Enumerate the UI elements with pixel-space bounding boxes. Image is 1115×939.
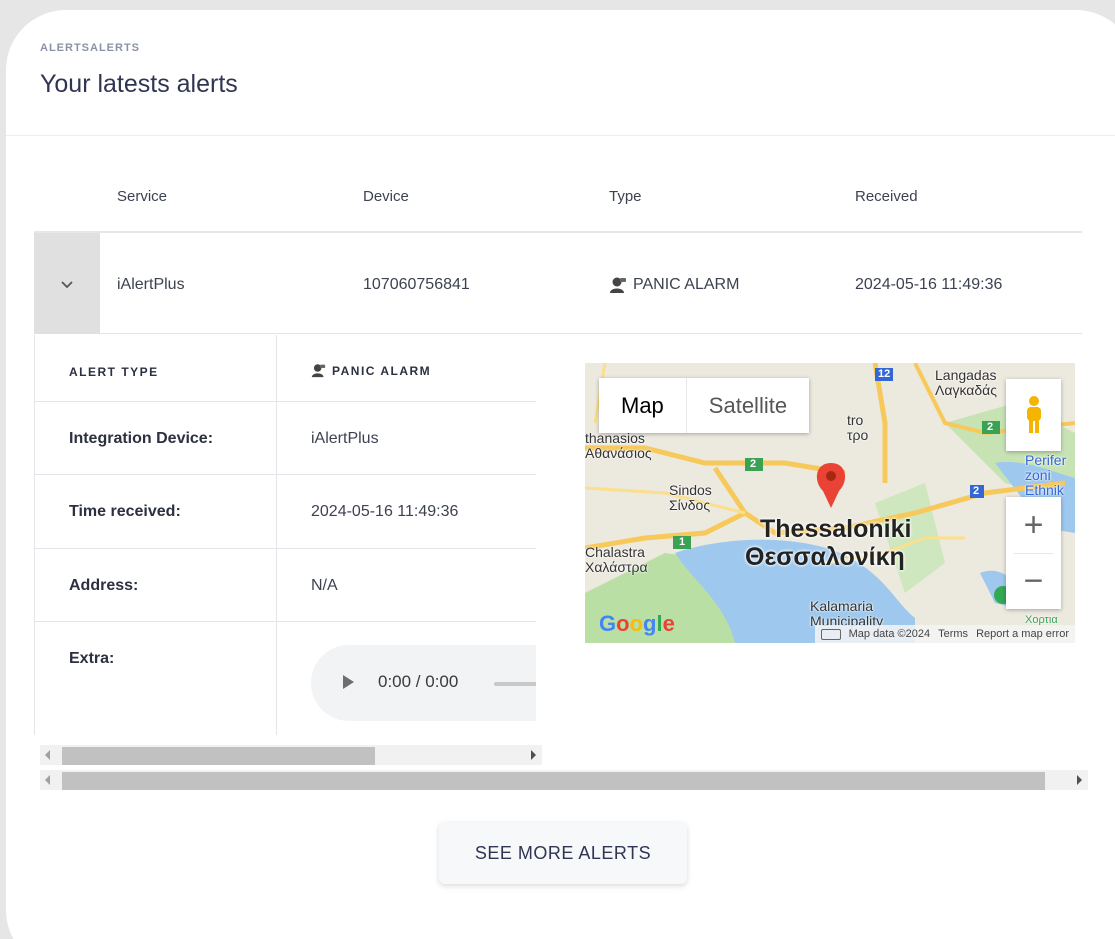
- row-type-label: PANIC ALARM: [633, 276, 740, 293]
- route-shield-12: 12: [878, 368, 891, 380]
- scroll-right-arrow[interactable]: [1077, 775, 1082, 785]
- detail-row-address: Address: N/A: [35, 549, 536, 622]
- column-header-device[interactable]: Device: [363, 188, 409, 205]
- map-view-button[interactable]: Map: [599, 378, 686, 433]
- map-terms-link[interactable]: Terms: [938, 628, 968, 640]
- map-type-toggle: Map Satellite: [599, 378, 810, 433]
- row-service: iAlertPlus: [117, 276, 185, 293]
- map-label-sindos: Sindos Σίνδος: [669, 482, 712, 513]
- row-received: 2024-05-16 11:49:36: [855, 276, 1003, 293]
- address-value: N/A: [311, 577, 338, 594]
- route-shield-1: 1: [679, 536, 686, 548]
- see-more-alerts-button[interactable]: SEE MORE ALERTS: [439, 822, 687, 884]
- chevron-down-icon: [61, 280, 73, 288]
- detail-scrollbar-thumb[interactable]: [62, 747, 375, 765]
- alert-type-label: ALERT TYPE: [69, 365, 159, 379]
- page-title: Your latests alerts: [40, 70, 238, 98]
- audio-time: 0:00 / 0:00: [378, 672, 459, 691]
- map-data-text: Map data ©2024: [848, 628, 931, 640]
- zoom-in-button[interactable]: +: [1006, 497, 1061, 553]
- extra-label: Extra:: [69, 650, 115, 667]
- panic-alarm-icon: [311, 364, 326, 378]
- time-received-value: 2024-05-16 11:49:36: [311, 503, 459, 520]
- map-label-chalastra: Chalastra Χαλάστρα: [585, 544, 648, 575]
- map-city-label-greek: Θεσσαλονίκη: [745, 543, 905, 571]
- expand-row-button[interactable]: [34, 233, 100, 334]
- keyboard-shortcuts-icon[interactable]: [820, 628, 841, 640]
- table-scrollbar-thumb[interactable]: [62, 772, 1045, 790]
- header-divider: [6, 135, 1115, 136]
- column-header-service[interactable]: Service: [117, 188, 167, 205]
- panic-alarm-icon: [610, 277, 626, 293]
- row-type: PANIC ALARM: [609, 276, 739, 294]
- table-horizontal-scrollbar[interactable]: [40, 770, 1088, 790]
- map-label-langadas: Langadas Λαγκαδάς: [935, 367, 998, 398]
- detail-row-alert-type: ALERT TYPE PANIC ALARM: [35, 335, 536, 402]
- route-shield-2a: 2: [987, 421, 994, 433]
- report-map-error-link[interactable]: Report a map error: [976, 628, 1069, 640]
- play-icon[interactable]: [343, 675, 354, 689]
- location-map[interactable]: 12 2 2 2 1 Langadas Λαγκαδάς thanasios Αθα…: [585, 363, 1075, 643]
- time-received-label: Time received:: [69, 503, 181, 520]
- audio-progress-track[interactable]: [494, 682, 536, 686]
- map-label-athanasios: thanasios Αθανάσιος: [585, 430, 652, 461]
- route-shield-2b: 2: [750, 458, 757, 470]
- pegman-icon: [1026, 396, 1041, 433]
- map-attribution: Map data ©2024 Terms Report a map error: [814, 625, 1075, 643]
- alert-detail-table: ALERT TYPE PANIC ALARM Integration Devic…: [34, 335, 536, 735]
- alert-type-value-text: PANIC ALARM: [332, 363, 432, 378]
- map-zoom-controls: + −: [1006, 497, 1061, 609]
- zoom-out-button[interactable]: −: [1006, 553, 1061, 609]
- row-device: 107060756841: [363, 276, 470, 293]
- route-shield-2c: 2: [973, 485, 980, 497]
- section-eyebrow: ALERTSALERTS: [40, 42, 140, 54]
- detail-row-time: Time received: 2024-05-16 11:49:36: [35, 475, 536, 549]
- integration-device-value: iAlertPlus: [311, 430, 379, 447]
- scroll-right-arrow[interactable]: [531, 750, 536, 760]
- map-city-label: Thessaloniki: [760, 515, 912, 543]
- street-view-pegman[interactable]: [1006, 379, 1061, 451]
- map-label-tro: tro τρο: [847, 412, 869, 443]
- column-header-received[interactable]: Received: [855, 188, 918, 205]
- detail-horizontal-scrollbar[interactable]: [40, 745, 542, 765]
- column-header-type[interactable]: Type: [609, 188, 642, 205]
- address-label: Address:: [69, 577, 139, 594]
- detail-row-integration: Integration Device: iAlertPlus: [35, 402, 536, 475]
- integration-device-label: Integration Device:: [69, 430, 214, 447]
- satellite-view-button[interactable]: Satellite: [685, 378, 809, 433]
- audio-player[interactable]: 0:00 / 0:00: [311, 645, 536, 721]
- scroll-left-arrow[interactable]: [45, 775, 50, 785]
- map-label-perifer: Perifer zoni Ethnik: [1025, 452, 1067, 498]
- google-logo[interactable]: Google: [599, 611, 675, 637]
- alert-type-value: PANIC ALARM: [311, 363, 431, 378]
- scroll-left-arrow[interactable]: [45, 750, 50, 760]
